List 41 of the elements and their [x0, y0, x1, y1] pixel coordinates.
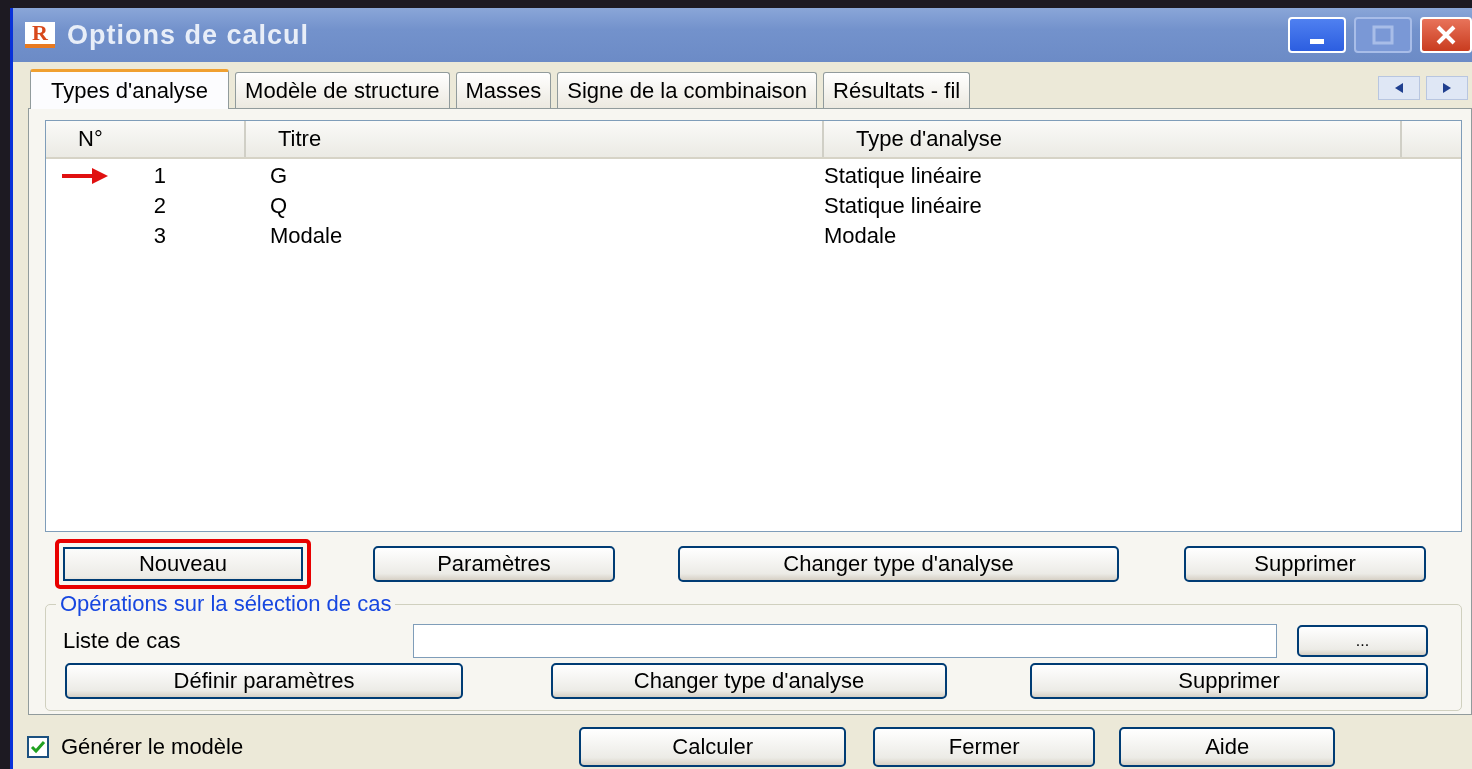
table-cell-text: Modale: [269, 223, 344, 249]
button[interactable]: Nouveau: [55, 539, 311, 589]
minimize-icon: [1310, 38, 1324, 44]
maximize-icon: [1372, 25, 1394, 45]
minimize-button[interactable]: [1288, 17, 1346, 53]
checkbox-label: Générer le modèle: [61, 734, 244, 760]
table-cell: Modale: [824, 223, 897, 249]
app-logo: R: [25, 22, 55, 48]
scroll-right-icon[interactable]: [1426, 76, 1468, 100]
checkbox[interactable]: [27, 736, 49, 758]
close-icon: [1435, 24, 1457, 46]
tab[interactable]: Masses: [455, 72, 552, 108]
case-list-field[interactable]: [413, 624, 1277, 658]
button[interactable]: Paramètres: [373, 546, 615, 582]
tab[interactable]: Types d'analyse: [30, 69, 230, 109]
table-cell: Statique linéaire: [824, 193, 982, 219]
table-cell-text: G: [269, 163, 289, 189]
column-header[interactable]: Titre: [246, 121, 824, 157]
table-cell: Statique linéaire: [824, 163, 982, 189]
button[interactable]: Calculer: [579, 727, 847, 767]
table-cell: 2: [153, 193, 166, 219]
button[interactable]: Aide: [1119, 727, 1336, 767]
browse-button[interactable]: ...: [1297, 625, 1428, 657]
table-cell-text: Q: [269, 193, 289, 219]
column-header[interactable]: N°: [46, 121, 246, 157]
scroll-left-icon[interactable]: [1378, 76, 1420, 100]
table-cell: 1: [153, 163, 166, 189]
table-cell: 3: [153, 223, 166, 249]
window-title: Options de calcul: [67, 19, 310, 51]
column-header[interactable]: Type d'analyse: [824, 121, 1402, 157]
tab[interactable]: Signe de la combinaison: [557, 72, 818, 108]
button[interactable]: Supprimer: [1030, 663, 1428, 699]
button[interactable]: Définir paramètres: [65, 663, 463, 699]
tab[interactable]: Résultats - fil: [823, 72, 971, 108]
tab[interactable]: Modèle de structure: [235, 72, 450, 108]
button[interactable]: Supprimer: [1184, 546, 1426, 582]
field-label: Liste de cas: [63, 628, 182, 654]
button[interactable]: Changer type d'analyse: [678, 546, 1119, 582]
close-button[interactable]: [1420, 17, 1472, 53]
button[interactable]: Fermer: [873, 727, 1096, 767]
button[interactable]: Changer type d'analyse: [551, 663, 947, 699]
